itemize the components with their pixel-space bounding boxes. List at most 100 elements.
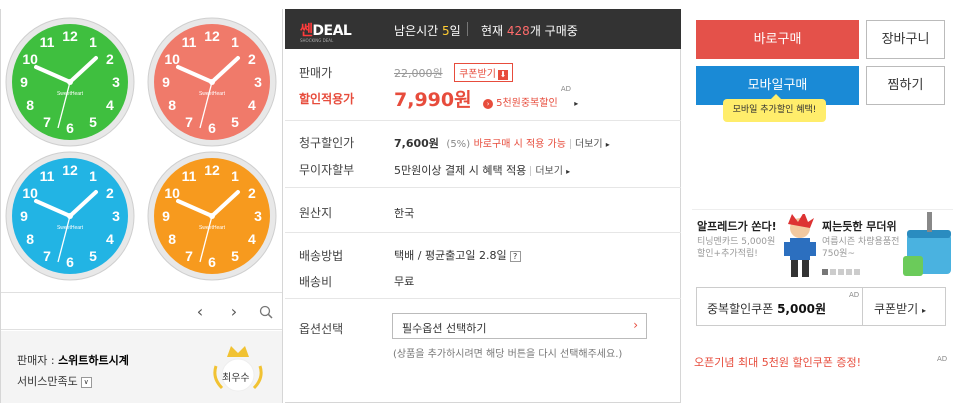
discount-price-label: 할인적용가 (299, 92, 355, 106)
clock-number: 8 (26, 97, 34, 113)
clock-number: 10 (164, 51, 180, 67)
coupon-info: 중복할인쿠폰 5,000원 (707, 302, 827, 316)
clock-number: 6 (208, 254, 216, 270)
satisfaction-row[interactable]: 서비스만족도 ∨ (17, 373, 92, 389)
triangle-right-icon: ▸ (574, 99, 579, 108)
prev-image-button[interactable]: ‹ (187, 299, 213, 325)
clock-number: 6 (66, 254, 74, 270)
promo-text[interactable]: 오픈기념 최대 5천원 할인쿠폰 증정! (694, 354, 861, 370)
sale-price-label: 판매가 (299, 66, 333, 80)
more-link[interactable]: 더보기 ▸ (575, 139, 610, 150)
clock-number: 7 (185, 114, 193, 130)
shipping-method-label: 배송방법 (299, 249, 344, 263)
clock-number: 8 (168, 97, 176, 113)
divider (285, 298, 681, 299)
clock-number: 5 (231, 114, 239, 130)
add-to-cart-button[interactable]: 장바구니 (866, 20, 945, 59)
clock-number: 3 (254, 74, 262, 90)
clock-number: 5 (89, 114, 97, 130)
clock-2: 12 12 3 45678 9 1011 SweetHeart (147, 17, 277, 147)
get-coupon-button[interactable]: 쿠폰받기 ▸ (874, 300, 926, 317)
deal-logo: 쎈DEAL SHOCKING DEAL (300, 23, 352, 43)
shipping-method-row: 택배 / 평균출고일 2.8일? (394, 247, 521, 263)
shipping-fee-label: 배송비 (299, 275, 333, 289)
seller-name[interactable]: 스위트하트시계 (58, 354, 129, 367)
divider (285, 232, 681, 233)
billing-discount-row: 7,600원 (5%) 바로구매 시 적용 가능 더보기 ▸ (394, 135, 610, 151)
ad-label: AD (937, 355, 948, 363)
clock-number: 12 (204, 28, 220, 44)
help-icon[interactable]: ? (509, 250, 521, 262)
clock-number: 2 (248, 51, 256, 67)
clock-number: 4 (106, 231, 114, 247)
divider (285, 120, 681, 121)
clock-number: 6 (208, 120, 216, 136)
deal-bar: 쎈DEAL SHOCKING DEAL 남은시간 5일 현재 428개 구매중 (285, 9, 681, 49)
clock-number: 7 (185, 248, 193, 264)
purchase-panel: 바로구매 장바구니 모바일구매 찜하기 모바일 추가할인 혜택! 알프레드가 쏜… (681, 9, 953, 403)
chevron-left-icon: ‹ (196, 302, 204, 321)
clock-number: 9 (162, 208, 170, 224)
ad-label: AD (849, 291, 860, 299)
chevron-right-icon: › (633, 318, 638, 332)
final-price: 7,990원 (394, 89, 472, 111)
mobile-discount-tooltip: 모바일 추가할인 혜택! (723, 94, 826, 122)
clock-number: 1 (231, 168, 239, 184)
clock-number: 1 (89, 168, 97, 184)
clock-number: 2 (106, 51, 114, 67)
clock-number: 10 (22, 51, 38, 67)
divider (285, 187, 681, 188)
clock-number: 6 (66, 120, 74, 136)
seller-label: 판매자 : (17, 354, 59, 367)
option-hint: (상품을 추가하시려면 해당 버튼을 다시 선택해주세요.) (393, 349, 623, 360)
clock-number: 11 (182, 168, 197, 184)
wishlist-button[interactable]: 찜하기 (866, 66, 945, 105)
ad1-title: 알프레드가 쏜다! (697, 220, 777, 233)
cooler-illustration (903, 212, 951, 276)
clock-number: 9 (162, 74, 170, 90)
origin-value: 한국 (394, 207, 415, 220)
shipping-method-value: 택배 / 평균출고일 2.8일 (394, 249, 507, 262)
clock-brand: SweetHeart (57, 225, 84, 231)
clock-number: 11 (40, 168, 55, 184)
search-icon (259, 305, 273, 319)
billing-percent: (5%) (446, 139, 471, 150)
billing-discount-label: 청구할인가 (299, 136, 355, 150)
clock-number: 3 (112, 208, 120, 224)
clock-number: 11 (182, 34, 197, 50)
clock-number: 4 (248, 231, 256, 247)
option-select[interactable]: 필수옵션 선택하기 › (392, 313, 647, 339)
clock-number: 5 (89, 248, 97, 264)
clock-number: 2 (106, 185, 114, 201)
clock-number: 10 (164, 185, 180, 201)
remaining-time: 남은시간 5일 (394, 24, 461, 38)
more-link[interactable]: 더보기 ▸ (535, 166, 570, 177)
coupon-download-tag[interactable]: 쿠폰받기 ⬇ (454, 63, 513, 82)
clock-number: 2 (248, 185, 256, 201)
buy-now-button[interactable]: 바로구매 (696, 20, 859, 59)
installment-value: 5만원이상 결제 시 혜택 적용 (394, 164, 527, 177)
ad-banner[interactable]: 알프레드가 쏜다! 티닝멘카드 5,000원 할인+추가적립! 찌는듯한 무더위… (692, 209, 953, 279)
zoom-button[interactable] (253, 299, 279, 325)
next-image-button[interactable]: › (221, 299, 247, 325)
clock-number: 10 (22, 185, 38, 201)
clock-number: 4 (106, 97, 114, 113)
dup-discount-link[interactable]: › 5천원중복할인 AD ▸ (483, 85, 579, 109)
chevron-down-icon[interactable]: ∨ (80, 376, 92, 388)
shipping-fee-value: 무료 (394, 275, 415, 288)
original-price: 22,000원 (394, 67, 443, 80)
product-info-panel: 쎈DEAL SHOCKING DEAL 남은시간 5일 현재 428개 구매중 판… (285, 9, 681, 403)
clock-number: 8 (26, 231, 34, 247)
divider (467, 22, 468, 36)
badge-label: 최우수 (222, 373, 250, 384)
origin-label: 원산지 (299, 206, 333, 220)
duplicate-coupon-box: 중복할인쿠폰 5,000원 AD 쿠폰받기 ▸ (696, 287, 946, 326)
seller-grade-badge: 최우수 (208, 344, 268, 394)
clock-number: 7 (43, 114, 51, 130)
ad1-subtitle: 티닝멘카드 5,000원 할인+추가적립! (697, 237, 776, 259)
product-image[interactable]: 12 1 2 3 4 5 6 7 8 9 10 11 SweetHeart 12 1 2 3 4 5 6 7 8 9 10 11… (4, 9, 282, 291)
clock-number: 1 (89, 34, 97, 50)
clock-4: 12 12 3 45678 9 1011 SweetHeart (147, 151, 277, 281)
ad-pager[interactable] (822, 265, 862, 278)
download-icon: ⬇ (497, 70, 508, 80)
